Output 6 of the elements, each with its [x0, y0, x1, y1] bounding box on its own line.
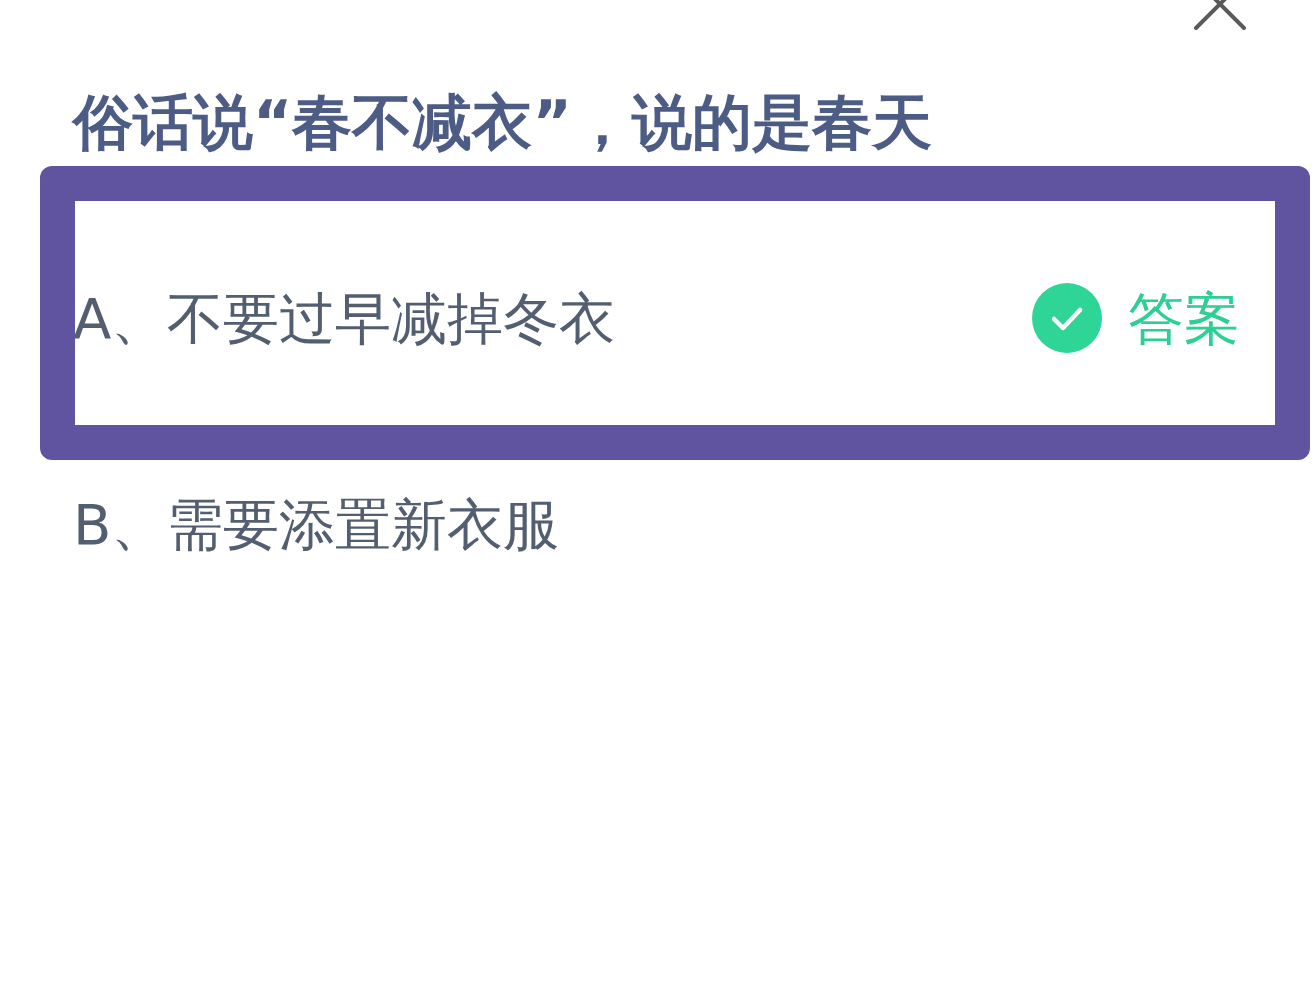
option-text[interactable]: A、不要过早减掉冬衣	[73, 284, 616, 352]
question-text: 俗话说“春不减衣”，说的是春天	[73, 86, 932, 158]
check-circle-icon	[1032, 283, 1102, 353]
close-icon[interactable]	[1194, 0, 1246, 30]
answer-label: 答案	[1128, 284, 1240, 352]
option-text[interactable]: B、需要添置新衣服	[73, 491, 560, 558]
